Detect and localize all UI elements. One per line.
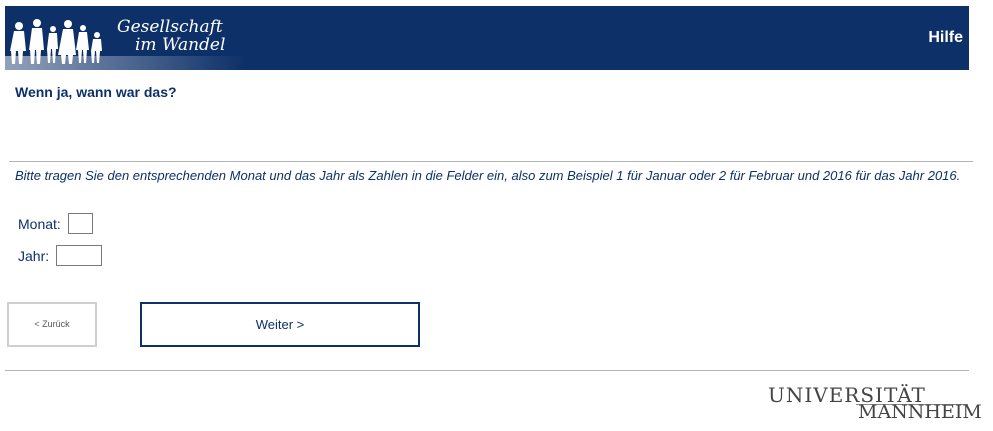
header-banner: Gesellschaft im Wandel Hilfe xyxy=(5,6,969,70)
divider-top xyxy=(9,161,973,162)
divider-bottom xyxy=(5,370,969,371)
logo-line-2: im Wandel xyxy=(135,35,226,55)
university-logo: UNIVERSITÄT MANNHEIM xyxy=(768,383,982,423)
month-label: Monat: xyxy=(18,215,61,232)
month-input[interactable] xyxy=(67,213,93,234)
instruction-text: Bitte tragen Sie den entsprechenden Mona… xyxy=(15,168,961,183)
question-title: Wenn ja, wann war das? xyxy=(15,84,177,100)
logo-line-1: Gesellschaft xyxy=(117,17,223,37)
logo-wordmark: Gesellschaft im Wandel xyxy=(117,18,225,54)
help-link[interactable]: Hilfe xyxy=(928,29,963,47)
university-logo-line-2: MANNHEIM xyxy=(858,401,982,423)
year-label: Jahr: xyxy=(18,247,50,264)
back-button[interactable]: < Zurück xyxy=(7,302,97,347)
year-row: Jahr: xyxy=(18,245,103,266)
year-input[interactable] xyxy=(56,245,103,266)
month-row: Monat: xyxy=(18,213,93,234)
next-button[interactable]: Weiter > xyxy=(140,302,420,347)
